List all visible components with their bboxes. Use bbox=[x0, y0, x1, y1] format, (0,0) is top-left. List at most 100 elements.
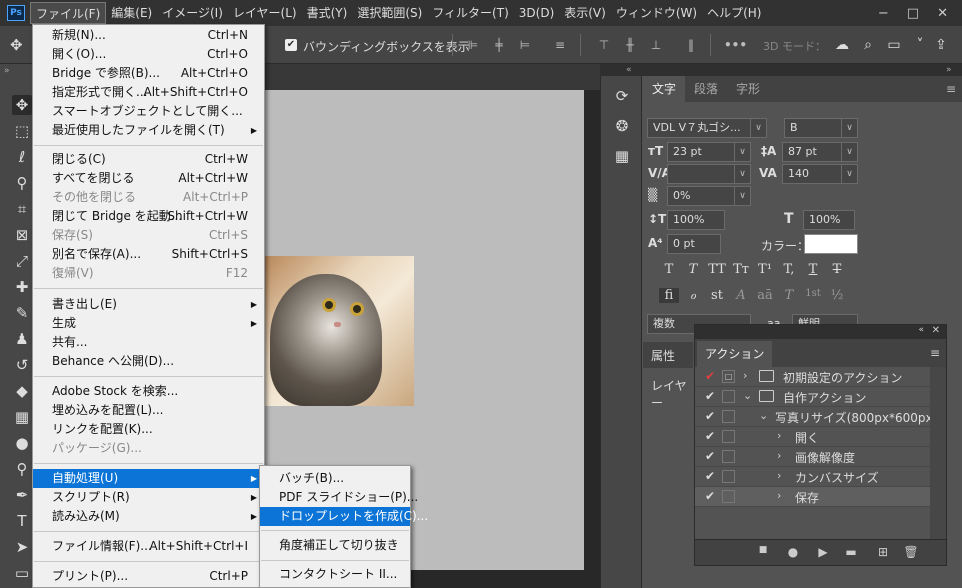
menu-item-share[interactable]: 共有... bbox=[33, 333, 264, 352]
chevron-down-icon[interactable]: ∨ bbox=[842, 118, 858, 138]
check-icon[interactable]: ✔ bbox=[703, 429, 717, 443]
tab-paragraph[interactable]: 段落 bbox=[685, 76, 727, 102]
photoshop-logo-icon[interactable]: Ps bbox=[7, 5, 25, 21]
chevron-down-icon[interactable]: ⌄ bbox=[759, 409, 768, 422]
swatches-panel-icon[interactable]: ▦ bbox=[612, 146, 632, 166]
contextual-alternates-button[interactable]: ℴ bbox=[683, 288, 703, 303]
dodge-tool-icon[interactable]: ⚲ bbox=[12, 459, 32, 479]
workspace-dropdown-icon[interactable]: ˅ bbox=[911, 36, 929, 54]
ligature-button[interactable]: fi bbox=[659, 288, 679, 303]
menu-layer[interactable]: レイヤー(L) bbox=[228, 2, 302, 24]
color-panel-icon[interactable]: ❂ bbox=[612, 116, 632, 136]
dialog-toggle-icon[interactable] bbox=[722, 490, 735, 503]
tab-glyphs[interactable]: 字形 bbox=[727, 76, 769, 102]
expand-icon[interactable]: » bbox=[946, 65, 952, 75]
history-brush-tool-icon[interactable]: ↺ bbox=[12, 355, 32, 375]
menu-item-open-as[interactable]: 指定形式で開く... Alt+Shift+Ctrl+O bbox=[33, 83, 264, 102]
action-row[interactable]: ✔ □ › 初期設定のアクション bbox=[695, 367, 930, 387]
action-row[interactable]: ✔ ⌄ 自作アクション bbox=[695, 387, 930, 407]
menu-item-revert[interactable]: 復帰(V) F12 bbox=[33, 264, 264, 283]
close-icon[interactable]: ✕ bbox=[932, 325, 940, 336]
menu-item-crop-straighten[interactable]: 角度補正して切り抜き bbox=[260, 536, 410, 555]
chevron-down-icon[interactable]: ∨ bbox=[842, 164, 858, 184]
vertical-scale-field[interactable]: 100% bbox=[667, 210, 725, 230]
stylistic-alternates-button[interactable]: aā bbox=[755, 288, 775, 303]
align-left-icon[interactable]: ⊫ bbox=[466, 38, 480, 52]
small-caps-button[interactable]: Tт bbox=[731, 262, 751, 277]
chevron-down-icon[interactable]: ∨ bbox=[735, 142, 751, 162]
move-tool-icon[interactable]: ✥ bbox=[12, 95, 32, 115]
align-right-icon[interactable]: ⊨ bbox=[518, 38, 532, 52]
leading-field[interactable]: 87 pt bbox=[782, 142, 842, 162]
tab-character[interactable]: 文字 bbox=[643, 76, 686, 102]
underline-button[interactable]: T bbox=[803, 262, 823, 277]
chevron-down-icon[interactable]: ⌄ bbox=[743, 389, 752, 402]
menu-item-print[interactable]: プリント(P)... Ctrl+P bbox=[33, 567, 264, 586]
more-options-icon[interactable]: ••• bbox=[724, 38, 747, 52]
chevron-right-icon[interactable]: › bbox=[777, 469, 781, 482]
align-bottom-icon[interactable]: ⊥ bbox=[649, 38, 663, 52]
menu-item-close[interactable]: 閉じる(C) Ctrl+W bbox=[33, 150, 264, 169]
font-size-field[interactable]: 23 pt bbox=[667, 142, 735, 162]
menu-item-save[interactable]: 保存(S) Ctrl+S bbox=[33, 226, 264, 245]
menu-view[interactable]: 表示(V) bbox=[559, 2, 611, 24]
workspace-icon[interactable]: ▭ bbox=[885, 36, 903, 54]
chevron-down-icon[interactable]: ∨ bbox=[735, 164, 751, 184]
record-icon[interactable]: ● bbox=[785, 545, 801, 559]
chevron-down-icon[interactable]: ∨ bbox=[735, 186, 751, 206]
tab-actions[interactable]: アクション bbox=[697, 341, 773, 367]
healing-brush-tool-icon[interactable]: ✚ bbox=[12, 277, 32, 297]
kerning-field[interactable] bbox=[667, 164, 735, 184]
titling-alternates-button[interactable]: T bbox=[779, 288, 799, 303]
menu-item-save-as[interactable]: 別名で保存(A)... Shift+Ctrl+S bbox=[33, 245, 264, 264]
menu-item-behance[interactable]: Behance へ公開(D)... bbox=[33, 352, 264, 371]
share-icon[interactable]: ⇪ bbox=[932, 36, 950, 54]
panel-menu-icon[interactable]: ≡ bbox=[930, 346, 940, 360]
subscript-button[interactable]: T, bbox=[779, 262, 799, 277]
chevron-right-icon[interactable]: › bbox=[777, 489, 781, 502]
type-tool-icon[interactable]: T bbox=[12, 511, 32, 531]
faux-bold-button[interactable]: T bbox=[659, 262, 679, 277]
menu-type[interactable]: 書式(Y) bbox=[302, 2, 353, 24]
collapse-icon[interactable]: « bbox=[918, 325, 924, 335]
horizontal-scale-field[interactable]: 100% bbox=[803, 210, 855, 230]
menu-item-import[interactable]: 読み込み(M) ▶ bbox=[33, 507, 264, 526]
action-row[interactable]: ✔ › 開く bbox=[695, 427, 930, 447]
menu-item-adobe-stock[interactable]: Adobe Stock を検索... bbox=[33, 382, 264, 401]
gradient-tool-icon[interactable]: ▦ bbox=[12, 407, 32, 427]
chevron-right-icon[interactable]: › bbox=[743, 369, 747, 382]
menu-item-place-linked[interactable]: リンクを配置(K)... bbox=[33, 420, 264, 439]
menu-item-batch[interactable]: バッチ(B)... bbox=[260, 469, 410, 488]
menu-item-file-info[interactable]: ファイル情報(F)... Alt+Shift+Ctrl+I bbox=[33, 537, 264, 556]
chevron-right-icon[interactable]: › bbox=[777, 449, 781, 462]
faux-italic-button[interactable]: T bbox=[683, 262, 703, 277]
action-row[interactable]: ✔ ⌄ 写真リサイズ(800px*600px) bbox=[695, 407, 937, 427]
swash-button[interactable]: A bbox=[731, 288, 751, 303]
trash-icon[interactable]: 🗑 bbox=[903, 545, 919, 559]
menu-item-open[interactable]: 開く(O)... Ctrl+O bbox=[33, 45, 264, 64]
maximize-icon[interactable]: □ bbox=[907, 6, 919, 21]
menu-item-contact-sheet[interactable]: コンタクトシート II... bbox=[260, 565, 410, 584]
menu-item-open-recent[interactable]: 最近使用したファイルを開く(T) ▶ bbox=[33, 121, 264, 140]
menu-edit[interactable]: 編集(E) bbox=[106, 2, 157, 24]
crop-tool-icon[interactable]: ⌗ bbox=[12, 199, 32, 219]
tracking-field[interactable]: 140 bbox=[782, 164, 842, 184]
menu-3d[interactable]: 3D(D) bbox=[514, 2, 559, 24]
menu-help[interactable]: ヘルプ(H) bbox=[702, 2, 766, 24]
cat-photo[interactable] bbox=[264, 256, 414, 406]
menu-item-create-droplet[interactable]: ドロップレットを作成(C)... bbox=[260, 507, 428, 526]
chevron-down-icon[interactable]: ∨ bbox=[842, 142, 858, 162]
eraser-tool-icon[interactable]: ◆ bbox=[12, 381, 32, 401]
font-family-field[interactable]: VDL V７丸ゴシ... bbox=[647, 118, 751, 138]
stamp-tool-icon[interactable]: ♟ bbox=[12, 329, 32, 349]
menu-item-place-embedded[interactable]: 埋め込みを配置(L)... bbox=[33, 401, 264, 420]
align-hcenter-icon[interactable]: ╪ bbox=[492, 38, 506, 52]
close-icon[interactable]: ✕ bbox=[937, 6, 948, 21]
bounding-box-checkbox[interactable]: ✔ bbox=[285, 39, 297, 51]
menu-image[interactable]: イメージ(I) bbox=[157, 2, 228, 24]
check-icon[interactable]: ✔ bbox=[703, 469, 717, 483]
menu-item-pdf-slideshow[interactable]: PDF スライドショー(P)... bbox=[260, 488, 418, 507]
frame-tool-icon[interactable]: ⊠ bbox=[12, 225, 32, 245]
check-icon[interactable]: ✔ bbox=[703, 369, 717, 383]
tab-properties[interactable]: 属性 bbox=[651, 347, 675, 364]
